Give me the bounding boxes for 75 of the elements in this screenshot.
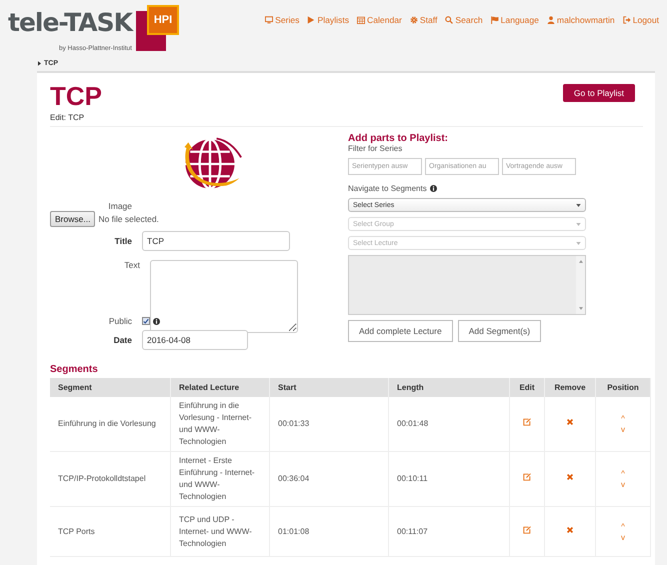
search-icon bbox=[445, 16, 454, 24]
table-cell: 00:10:11 bbox=[388, 452, 510, 506]
date-label: Date bbox=[112, 335, 132, 345]
logout-icon bbox=[622, 16, 631, 24]
add-button[interactable]: Add Segment(s) bbox=[458, 320, 542, 342]
public-checkbox[interactable] bbox=[142, 317, 150, 325]
table-cell: TCP Ports bbox=[50, 506, 170, 556]
flag-icon bbox=[490, 16, 499, 24]
move-up-link[interactable]: ^ bbox=[621, 468, 625, 479]
monitor-icon bbox=[265, 16, 274, 24]
move-down-link[interactable]: v bbox=[621, 532, 625, 542]
title-field[interactable]: TCP bbox=[142, 231, 290, 251]
dropdown-arrow-icon bbox=[576, 222, 581, 226]
move-up-link[interactable]: ^ bbox=[621, 520, 625, 532]
site-logo-text[interactable]: tele-TASK bbox=[8, 5, 132, 41]
table-cell: TCP und UDP - Internet- und WWW-Technologien bbox=[170, 506, 270, 556]
user-icon bbox=[546, 16, 555, 24]
calendar-icon bbox=[357, 16, 366, 24]
table-cell: 00:01:33 bbox=[270, 397, 388, 452]
table-cell: TCP/IP-Protokolldtstapel bbox=[50, 452, 170, 506]
file-status: No file selected. bbox=[98, 214, 159, 224]
nav-link[interactable]: Logout bbox=[622, 15, 659, 25]
nav-link[interactable]: Staff bbox=[410, 15, 438, 25]
info-icon bbox=[430, 185, 437, 192]
move-down-link[interactable]: v bbox=[621, 424, 625, 435]
page-subtitle: Edit: TCP bbox=[50, 113, 86, 122]
page-title: TCP bbox=[50, 81, 102, 111]
close-icon[interactable] bbox=[566, 526, 574, 534]
filter-label: Filter for Series bbox=[348, 144, 404, 153]
nav-link[interactable]: Playlists bbox=[307, 15, 350, 25]
table-cell: 00:01:48 bbox=[388, 397, 510, 452]
navigate-label: Navigate to Segments bbox=[348, 184, 427, 193]
edit-icon[interactable] bbox=[523, 418, 531, 426]
scrollbar[interactable] bbox=[576, 256, 585, 314]
nav-link[interactable]: Language bbox=[490, 15, 539, 25]
move-down-link[interactable]: v bbox=[621, 479, 625, 490]
table-cell: Einführung in die Vorlesung - Internet- und WWW-Technologien bbox=[170, 397, 270, 452]
column-header: Position bbox=[596, 378, 650, 397]
table-cell: 00:36:04 bbox=[270, 452, 388, 506]
scroll-down-icon[interactable] bbox=[578, 307, 582, 310]
image-label: Image bbox=[107, 201, 132, 211]
text-label: Text bbox=[123, 260, 140, 270]
add-button[interactable]: Add complete Lecture bbox=[348, 320, 453, 342]
table-cell: 01:01:08 bbox=[270, 506, 388, 556]
edit-icon[interactable] bbox=[523, 526, 531, 534]
title-label: Title bbox=[114, 236, 132, 246]
date-field[interactable]: 2016-04-08 bbox=[142, 330, 248, 350]
go-to-playlist-button[interactable]: Go to Playlist bbox=[562, 84, 635, 102]
column-header: Related Lecture bbox=[170, 378, 270, 397]
nav-link[interactable]: Series bbox=[265, 15, 300, 25]
edit-icon[interactable] bbox=[523, 473, 531, 481]
close-icon[interactable] bbox=[566, 418, 574, 426]
column-header: Remove bbox=[544, 378, 596, 397]
table-cell: Internet - Erste Einführung - Internet- und WWW-Technologien bbox=[170, 452, 270, 506]
dropdown-arrow-icon bbox=[576, 242, 581, 244]
column-header: Start bbox=[270, 378, 388, 397]
nav-link[interactable]: Search bbox=[445, 15, 483, 25]
column-header: Edit bbox=[510, 378, 544, 397]
browse-button[interactable]: Browse... bbox=[50, 211, 96, 227]
column-header: Length bbox=[388, 378, 510, 397]
close-icon[interactable] bbox=[566, 473, 574, 481]
scroll-up-icon[interactable] bbox=[578, 260, 582, 263]
dropdown-arrow-icon bbox=[576, 204, 581, 206]
table-cell: Einführung in die Vorlesung bbox=[50, 397, 170, 452]
column-header: Segment bbox=[50, 378, 170, 397]
move-up-link[interactable]: ^ bbox=[621, 413, 625, 424]
public-label: Public bbox=[108, 316, 132, 326]
settings-icon bbox=[410, 16, 418, 24]
play-icon bbox=[307, 16, 316, 24]
caret-icon bbox=[38, 61, 41, 66]
nav-link[interactable]: Calendar bbox=[357, 15, 402, 25]
table-cell: 00:11:07 bbox=[388, 506, 510, 556]
section-heading: Segments bbox=[50, 364, 99, 375]
section-heading: Add parts to Playlist: bbox=[348, 133, 450, 144]
nav-link[interactable]: malchowmartin bbox=[546, 15, 615, 25]
